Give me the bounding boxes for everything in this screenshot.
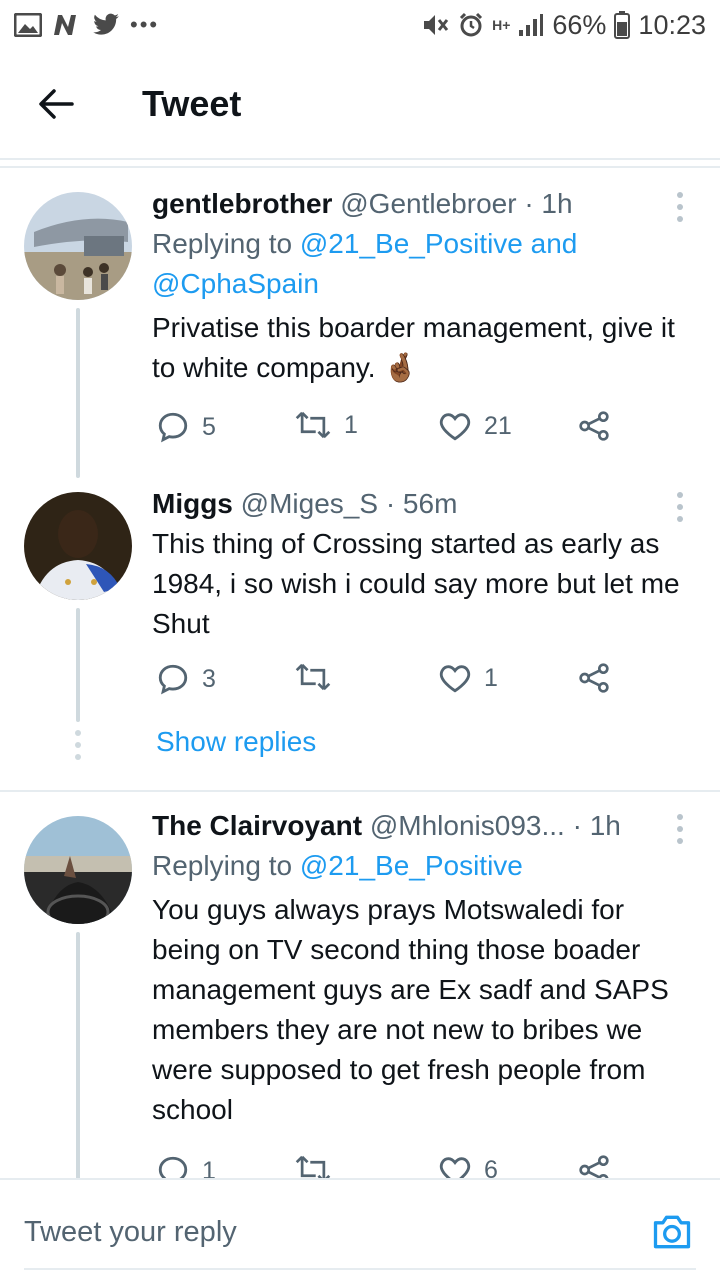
reply-icon [158,664,188,695]
arrow-left-icon [39,89,74,119]
tweet[interactable]: gentlebrother @Gentlebroer · 1h Replying… [0,180,720,480]
display-name[interactable]: gentlebrother [152,188,332,219]
mention-link[interactable]: @21_Be_Positive and [300,228,578,259]
avatar[interactable] [24,816,132,924]
tweet-text: This thing of Crossing started as early … [152,528,680,639]
tweet-text: Privatise this boarder management, give … [152,312,675,383]
gallery-icon [14,13,42,37]
tweet[interactable]: The Clairvoyant @Mhlonis093... · 1h Repl… [0,804,720,1178]
replying-to: Replying to @21_Be_Positive and @CphaSpa… [152,228,578,299]
status-bar: ••• H+ 66% 10:23 [0,0,720,50]
tweet-actions: 1 6 [152,1154,672,1178]
heart-icon [439,413,471,441]
retweet-icon [295,1155,331,1178]
battery-icon [614,11,631,39]
show-replies-link[interactable]: Show replies [156,726,316,758]
clock: 10:23 [638,9,706,40]
header-divider [0,158,720,160]
share-button[interactable] [578,410,610,442]
camera-button[interactable] [650,1210,694,1254]
like-button[interactable]: 1 [438,662,498,694]
heart-icon [439,1157,471,1178]
replying-to: Replying to @21_Be_Positive [152,850,523,881]
thread-line [76,608,80,722]
page-title: Tweet [142,83,242,124]
reply-input[interactable]: Tweet your reply [24,1210,624,1254]
timestamp: · 1h [572,810,621,841]
camera-icon [653,1215,691,1249]
thread-line [76,308,80,478]
mention-link[interactable]: @21_Be_Positive [300,850,523,881]
reply-icon [158,412,188,443]
retweet-icon [295,663,331,691]
reply-composer: Tweet your reply [0,1178,720,1280]
timestamp: · 56m [385,488,458,519]
tweet-text: You guys always prays Motswaledi for bei… [152,894,669,1125]
tweet-header: gentlebrother @Gentlebroer · 1h [152,184,700,224]
top-app-bar: Tweet [0,50,720,158]
share-button[interactable] [578,662,610,694]
handle[interactable]: @Gentlebroer [340,188,516,219]
twitter-bird-icon [92,13,120,37]
crossed-fingers-emoji: 🤞🏾 [383,352,419,383]
tweet-actions: 5 1 21 [152,410,672,454]
reply-button[interactable]: 5 [156,410,216,444]
heart-icon [439,665,471,693]
thread-line [76,932,80,1178]
share-icon [579,663,609,693]
input-underline [24,1268,696,1270]
battery-percent: 66% [552,9,607,40]
timestamp: · 1h [524,188,573,219]
handle[interactable]: @Miges_S [241,488,378,519]
n-app-icon [52,13,82,37]
tweet-divider [0,790,720,792]
tweet-actions: 3 1 [152,662,672,706]
tweet-header: The Clairvoyant @Mhlonis093... · 1h [152,806,700,846]
alarm-icon [458,12,484,38]
like-button[interactable]: 6 [438,1154,498,1178]
network-type: H+ [492,17,511,33]
retweet-button[interactable] [294,1154,344,1178]
reply-button[interactable]: 3 [156,662,216,696]
share-button[interactable] [578,1154,610,1178]
mention-link[interactable]: @CphaSpain [152,268,319,299]
back-button[interactable] [26,74,86,134]
handle[interactable]: @Mhlonis093... [370,810,565,841]
retweet-button[interactable] [294,662,344,692]
tweet-header: Miggs @Miges_S · 56m [152,484,700,524]
reply-icon [158,1156,188,1178]
share-icon [579,1155,609,1178]
retweet-icon [295,411,331,439]
avatar[interactable] [24,492,132,600]
like-button[interactable]: 21 [438,410,512,442]
display-name[interactable]: Miggs [152,488,233,519]
header-divider-2 [0,166,720,168]
avatar[interactable] [24,192,132,300]
more-notifications-icon: ••• [130,12,160,37]
reply-button[interactable]: 1 [156,1154,216,1178]
share-icon [579,411,609,441]
retweet-button[interactable]: 1 [294,410,358,440]
mute-icon [422,12,450,38]
signal-icon [518,13,544,37]
display-name[interactable]: The Clairvoyant [152,810,362,841]
thread-continuation-dots [74,730,82,760]
tweet[interactable]: Miggs @Miges_S · 56m This thing of Cross… [0,480,720,790]
